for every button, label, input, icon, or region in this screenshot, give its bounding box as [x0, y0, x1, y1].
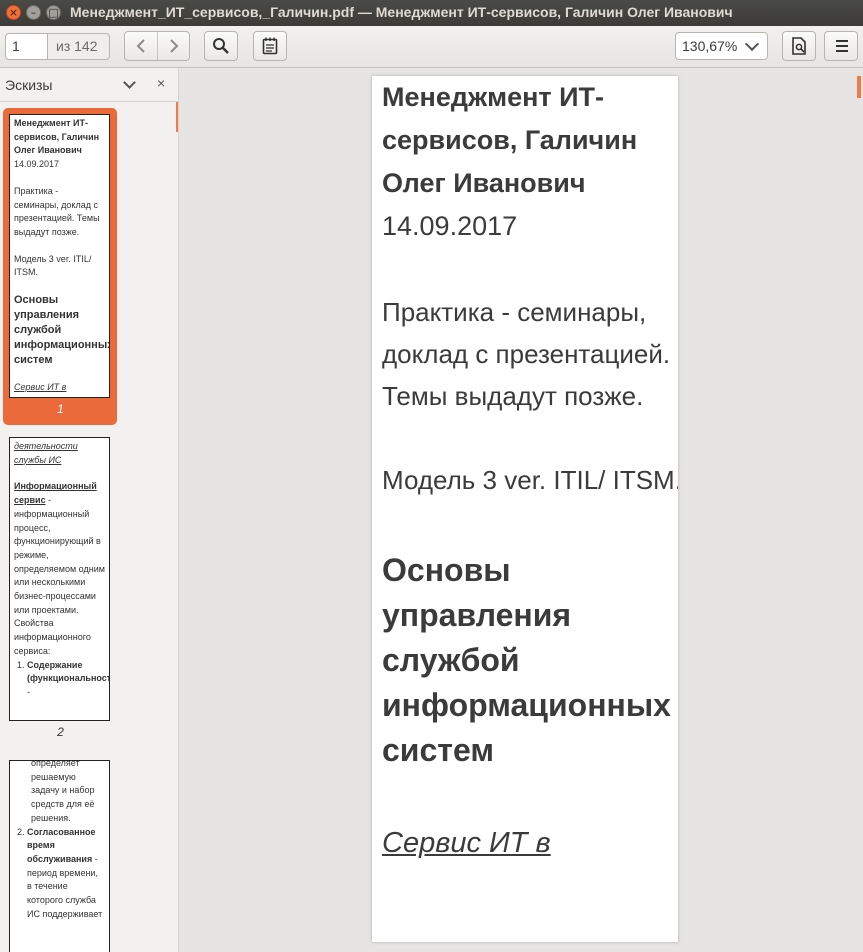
list-item: Согласованное время обслуживания - перио…: [27, 826, 105, 922]
chevron-down-icon: [744, 36, 760, 52]
zoom-select[interactable]: 130,67%: [675, 32, 768, 60]
document-properties-button[interactable]: [782, 31, 816, 61]
thumbnail-list: Согласованное время обслуживания - перио…: [14, 826, 105, 922]
thumbnail-page-2[interactable]: деятельности службы ИС Информационный се…: [9, 437, 110, 721]
search-icon: [213, 38, 229, 54]
minimize-window-button[interactable]: –: [26, 5, 41, 20]
thumbnail-term: Информационный сервис: [14, 481, 97, 506]
close-icon[interactable]: ×: [157, 75, 165, 91]
thumbnail-page-3[interactable]: определяет решаемую задачу и набор средс…: [9, 760, 110, 952]
chevron-left-icon: [136, 39, 145, 53]
document-paragraph: Модель 3 ver. ITIL/ ITSM.: [382, 465, 678, 495]
thumbnail-text: Модель 3 ver. ITIL/ ITSM.: [14, 253, 92, 278]
document-paragraph: Практика - семинары, доклад с презентаци…: [382, 297, 671, 411]
notepad-icon: [262, 37, 278, 55]
thumbnail-list-term: Согласованное время обслуживания: [27, 826, 96, 864]
toolbar: 1 из 142 130,67%: [0, 26, 863, 68]
document-page: Менеджмент ИТ-сервисов, Галичин Олег Ива…: [372, 76, 678, 942]
thumbnail-text: Информационный сервис - информационный п…: [14, 480, 105, 617]
page-number-input[interactable]: 1: [5, 33, 48, 60]
page-count-label: из 142: [48, 33, 110, 60]
document-heading: Основы управления службой информационных…: [382, 552, 671, 768]
menu-button[interactable]: [824, 31, 858, 61]
close-window-button[interactable]: ×: [6, 5, 21, 20]
thumbnail-text: Свойства информационного сервиса:: [14, 618, 91, 656]
thumbnail-link: Сервис ИТ в: [14, 382, 67, 393]
next-page-button[interactable]: [158, 32, 190, 60]
thumbnail-title: Менеджмент ИТ-сервисов, Галичин Олег Ива…: [14, 118, 100, 156]
page-navigation: [124, 31, 190, 61]
maximize-window-button[interactable]: □: [46, 5, 61, 20]
thumbnail-heading: Основы управления службой информационных…: [14, 294, 110, 367]
sidebar-title: Эскизы: [5, 77, 53, 93]
thumbnail-date: 14.09.2017: [14, 159, 60, 170]
list-item: Содержание (функциональность) -: [27, 659, 109, 700]
hamburger-icon: [836, 40, 848, 52]
thumbnail-text: определяет решаемую задачу и набор средс…: [31, 760, 95, 823]
document-scrollbar[interactable]: [857, 76, 861, 98]
search-button[interactable]: [204, 31, 238, 61]
chevron-right-icon: [170, 39, 179, 53]
document-title: Менеджмент ИТ-сервисов, Галичин Олег Ива…: [382, 82, 638, 198]
thumbnail-list: Содержание (функциональность) -: [14, 659, 109, 700]
thumbnail-list-tail: -: [27, 686, 30, 697]
thumbnail-list-term: Содержание (функциональность): [27, 659, 109, 684]
thumbnail-definition: - информационный процесс, функционирующи…: [14, 495, 105, 615]
thumbnail-number: 2: [57, 725, 64, 739]
thumbnail-text: Практика - семинары, доклад с презентаци…: [14, 185, 100, 237]
thumbnail-link: деятельности службы ИС: [14, 441, 78, 465]
chevron-down-icon[interactable]: [123, 76, 136, 89]
thumbnail-page-1[interactable]: Менеджмент ИТ-сервисов, Галичин Олег Ива…: [9, 114, 110, 398]
title-bar: × – □ Менеджмент_ИТ_сервисов,_Галичин.pd…: [0, 0, 863, 26]
annotations-button[interactable]: [253, 31, 287, 61]
thumbnail-number: 1: [57, 402, 64, 416]
document-date: 14.09.2017: [382, 211, 518, 241]
document-icon: [792, 37, 806, 55]
document-link[interactable]: Сервис ИТ в: [382, 821, 678, 865]
thumbnails-sidebar: Эскизы × Менеджмент ИТ-сервисов, Галичин…: [0, 68, 179, 952]
previous-page-button[interactable]: [125, 32, 157, 60]
window-title: Менеджмент_ИТ_сервисов,_Галичин.pdf — Ме…: [70, 4, 733, 20]
sidebar-header: Эскизы ×: [0, 68, 178, 102]
zoom-value: 130,67%: [682, 38, 738, 54]
document-viewer[interactable]: Менеджмент ИТ-сервисов, Галичин Олег Ива…: [179, 68, 863, 952]
